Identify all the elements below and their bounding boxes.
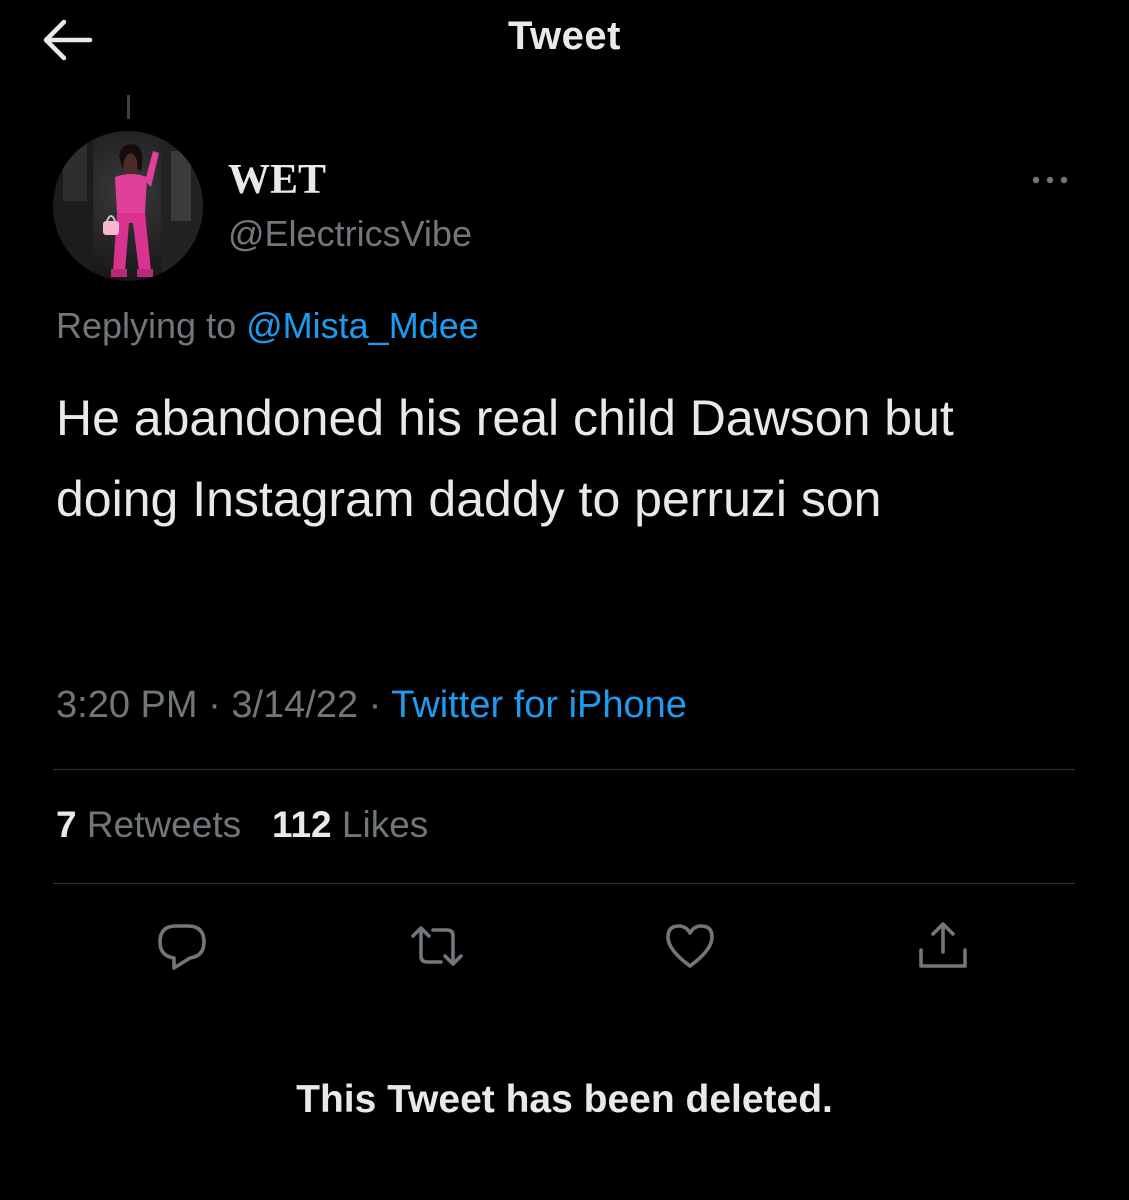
retweet-button[interactable]	[407, 916, 467, 976]
tweet-source-link[interactable]: Twitter for iPhone	[391, 684, 687, 726]
reply-context-prefix: Replying to	[56, 305, 237, 346]
share-icon	[919, 922, 967, 968]
author-handle: @ElectricsVibe	[228, 213, 472, 254]
meta-separator: ·	[368, 684, 382, 726]
share-button[interactable]	[913, 916, 973, 976]
divider	[53, 769, 1075, 770]
tweet-time: 3:20 PM	[56, 684, 198, 726]
reply-button[interactable]	[152, 916, 212, 976]
more-options-button[interactable]	[1026, 162, 1074, 198]
likes-count: 112	[271, 804, 332, 845]
author-display-name[interactable]: WET	[228, 156, 326, 204]
avatar[interactable]	[53, 131, 203, 281]
page-title: Tweet	[508, 14, 621, 58]
like-button[interactable]	[660, 916, 720, 976]
reply-mention-link[interactable]: @Mista_Mdee	[246, 305, 479, 346]
deleted-tweet-notice: This Tweet has been deleted.	[296, 1078, 833, 1121]
divider	[53, 883, 1075, 884]
more-horizontal-icon	[1032, 176, 1068, 184]
tweet-text: He abandoned his real child Dawson but d…	[56, 390, 954, 527]
tweet-meta: 3:20 PM · 3/14/22 · Twitter for iPhone	[56, 684, 687, 727]
retweets-stat[interactable]: 7 Retweets	[56, 804, 241, 845]
reply-icon	[158, 924, 206, 970]
retweets-label: Retweets	[86, 804, 242, 845]
retweets-count: 7	[56, 804, 77, 845]
avatar-photo	[53, 131, 203, 281]
top-bar: Tweet	[0, 0, 1129, 80]
retweet-icon	[411, 926, 463, 966]
likes-stat[interactable]: 112 Likes	[272, 804, 428, 845]
reply-context: Replying to @Mista_Mdee	[56, 305, 479, 347]
meta-separator: ·	[208, 684, 221, 726]
tweet-stats: 7 Retweets 112 Likes	[56, 804, 428, 846]
tweet-date: 3/14/22	[231, 684, 359, 726]
likes-label: Likes	[341, 804, 429, 845]
heart-icon	[666, 924, 714, 968]
thread-connector-line	[127, 95, 130, 119]
